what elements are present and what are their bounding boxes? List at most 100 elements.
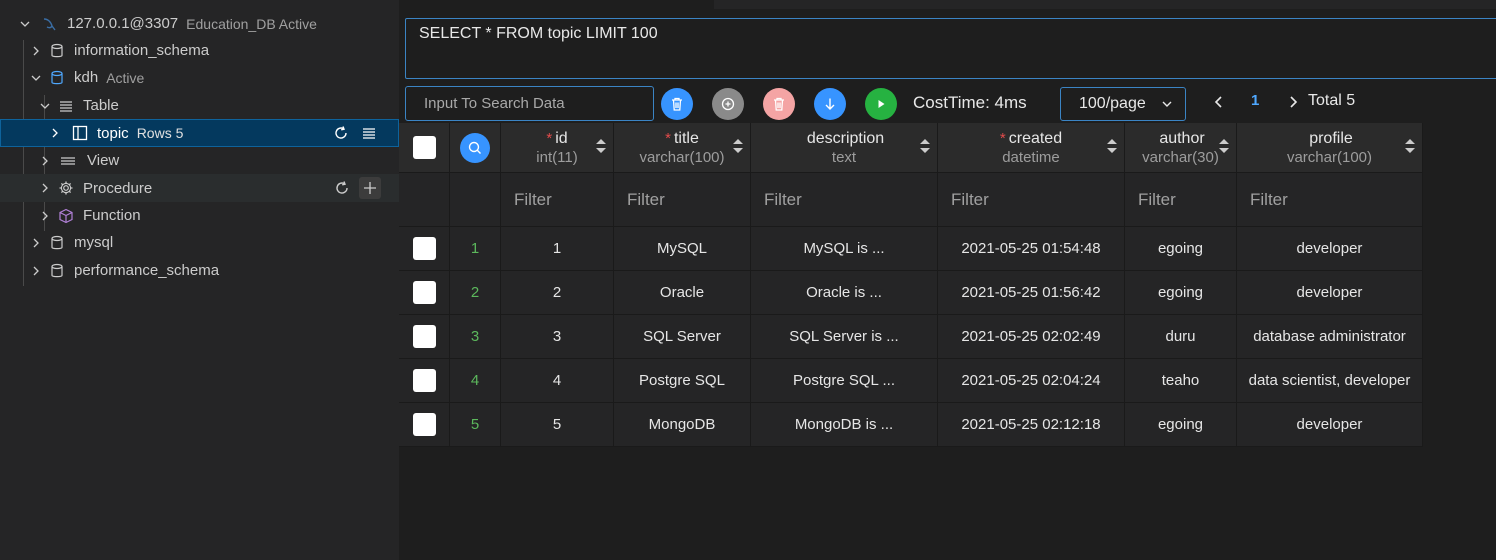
sort-icon[interactable] [1404, 137, 1416, 155]
filter-input-title[interactable]: Filter [614, 173, 751, 227]
sql-editor[interactable]: SELECT * FROM topic LIMIT 100 [405, 18, 1496, 79]
table-cell-id[interactable]: 2 [501, 271, 614, 315]
table-cell-description[interactable]: MongoDB is ... [751, 403, 938, 447]
sort-icon[interactable] [1106, 137, 1118, 155]
tree-folder-view[interactable]: View [0, 147, 399, 174]
tree-folder-procedure[interactable]: Procedure [0, 174, 399, 202]
table-cell-profile[interactable]: developer [1237, 271, 1423, 315]
table-cell-author[interactable]: egoing [1125, 403, 1237, 447]
delete-button[interactable] [661, 88, 693, 120]
row-checkbox[interactable] [412, 281, 436, 304]
tree-connection[interactable]: 127.0.0.1@3307 Education_DB Active [0, 10, 399, 37]
table-cell-title[interactable]: Postgre SQL [614, 359, 751, 403]
filter-input-created[interactable]: Filter [938, 173, 1125, 227]
refresh-icon[interactable] [331, 177, 353, 199]
table-cell-profile[interactable]: data scientist, developer [1237, 359, 1423, 403]
tree-db-information-schema[interactable]: information_schema [0, 37, 399, 64]
chevron-down-icon [28, 70, 44, 86]
column-header-id[interactable]: * id int(11) [501, 123, 614, 173]
table-cell-created[interactable]: 2021-05-25 02:12:18 [938, 403, 1125, 447]
db-label: kdh [74, 69, 99, 86]
row-checkbox[interactable] [412, 369, 436, 392]
sort-icon[interactable] [919, 137, 931, 155]
table-cell-author[interactable]: egoing [1125, 271, 1237, 315]
column-header-author[interactable]: author varchar(30) [1125, 123, 1237, 173]
prev-page-button[interactable] [1211, 92, 1227, 112]
table-cell-created[interactable]: 2021-05-25 02:04:24 [938, 359, 1125, 403]
next-page-button[interactable] [1285, 92, 1301, 112]
run-button[interactable] [865, 88, 897, 120]
row-select-cell[interactable] [399, 271, 450, 315]
row-select-cell[interactable] [399, 359, 450, 403]
table-cell-created[interactable]: 2021-05-25 01:54:48 [938, 227, 1125, 271]
tree-folder-function[interactable]: Function [0, 202, 399, 229]
table-cell-id[interactable]: 4 [501, 359, 614, 403]
row-select-cell[interactable] [399, 403, 450, 447]
table-cell-title[interactable]: MySQL [614, 227, 751, 271]
total-count: Total 5 [1308, 92, 1356, 109]
table-cell-id[interactable]: 3 [501, 315, 614, 359]
table-cell-profile[interactable]: developer [1237, 403, 1423, 447]
table-cell-author[interactable]: duru [1125, 315, 1237, 359]
filter-input-id[interactable]: Filter [501, 173, 614, 227]
remove-button[interactable] [763, 88, 795, 120]
header-select-all[interactable] [399, 123, 450, 173]
column-header-created[interactable]: * created datetime [938, 123, 1125, 173]
menu-icon[interactable] [358, 122, 380, 144]
table-cell-title[interactable]: Oracle [614, 271, 751, 315]
table-cell-description[interactable]: MySQL is ... [751, 227, 938, 271]
row-checkbox[interactable] [412, 237, 436, 260]
column-type: varchar(100) [1286, 148, 1373, 166]
table-cell-description[interactable]: SQL Server is ... [751, 315, 938, 359]
column-header-description[interactable]: description text [751, 123, 938, 173]
tree-table-topic[interactable]: topic Rows 5 [0, 119, 399, 147]
tree-db-performance-schema[interactable]: performance_schema [0, 257, 399, 284]
row-select-cell[interactable] [399, 315, 450, 359]
table-cell-profile[interactable]: database administrator [1237, 315, 1423, 359]
row-number-text: 5 [470, 416, 480, 433]
current-page[interactable]: 1 [1251, 92, 1259, 109]
table-cell-author[interactable]: egoing [1125, 227, 1237, 271]
refresh-icon[interactable] [330, 122, 352, 144]
table-cell-title[interactable]: MongoDB [614, 403, 751, 447]
search-icon[interactable] [460, 132, 490, 163]
tree-db-mysql[interactable]: mysql [0, 229, 399, 256]
table-cell-created[interactable]: 2021-05-25 01:56:42 [938, 271, 1125, 315]
column-type: varchar(100) [639, 148, 725, 166]
row-number-text: 2 [470, 284, 480, 301]
column-name: id [555, 129, 568, 147]
sort-icon[interactable] [732, 137, 744, 155]
select-all-checkbox[interactable] [412, 136, 436, 159]
row-checkbox[interactable] [412, 325, 436, 348]
active-tab[interactable] [399, 0, 714, 9]
filter-input-profile[interactable]: Filter [1237, 173, 1423, 227]
tree-db-kdh[interactable]: kdh Active [0, 64, 399, 91]
column-header-title[interactable]: * title varchar(100) [614, 123, 751, 173]
tree-folder-table[interactable]: Table [0, 92, 399, 119]
export-button[interactable] [814, 88, 846, 120]
table-cell-description[interactable]: Oracle is ... [751, 271, 938, 315]
chevron-right-icon [28, 43, 44, 59]
header-search[interactable] [450, 123, 501, 173]
table-cell-title[interactable]: SQL Server [614, 315, 751, 359]
table-cell-id[interactable]: 1 [501, 227, 614, 271]
row-checkbox[interactable] [412, 413, 436, 436]
filter-input-author[interactable]: Filter [1125, 173, 1237, 227]
sort-icon[interactable] [595, 137, 607, 155]
page-size-select[interactable]: 100/page [1060, 87, 1186, 121]
search-input[interactable] [405, 86, 654, 121]
filter-placeholder: Filter [1138, 189, 1176, 209]
table-cell-author[interactable]: teaho [1125, 359, 1237, 403]
table-cell-profile[interactable]: developer [1237, 227, 1423, 271]
insert-button[interactable] [712, 88, 744, 120]
sort-icon[interactable] [1218, 137, 1230, 155]
column-header-profile[interactable]: profile varchar(100) [1237, 123, 1423, 173]
add-icon[interactable] [359, 177, 381, 199]
database-icon [48, 42, 66, 60]
row-number: 3 [450, 315, 501, 359]
filter-input-description[interactable]: Filter [751, 173, 938, 227]
row-select-cell[interactable] [399, 227, 450, 271]
table-cell-created[interactable]: 2021-05-25 02:02:49 [938, 315, 1125, 359]
table-cell-id[interactable]: 5 [501, 403, 614, 447]
table-cell-description[interactable]: Postgre SQL ... [751, 359, 938, 403]
